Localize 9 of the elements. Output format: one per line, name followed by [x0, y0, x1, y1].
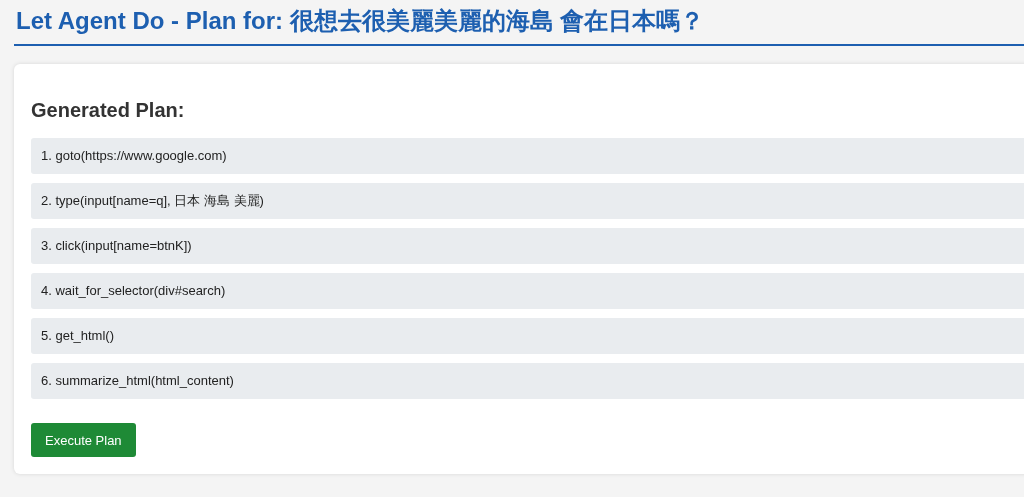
plan-step: 2. type(input[name=q], 日本 海島 美麗) [31, 183, 1024, 219]
plan-heading: Generated Plan: [31, 98, 186, 123]
execute-plan-button[interactable]: Execute Plan [31, 423, 136, 457]
plan-step: 5. get_html() [31, 318, 1024, 354]
plan-step: 3. click(input[name=btnK]) [31, 228, 1024, 264]
plan-step: 1. goto(https://www.google.com) [31, 138, 1024, 174]
plan-step: 6. summarize_html(html_content) [31, 363, 1024, 399]
page-title: Let Agent Do - Plan for: 很想去很美麗美麗的海島 會在日本嗎？ [14, 0, 1024, 46]
plan-step: 4. wait_for_selector(div#search) [31, 273, 1024, 309]
